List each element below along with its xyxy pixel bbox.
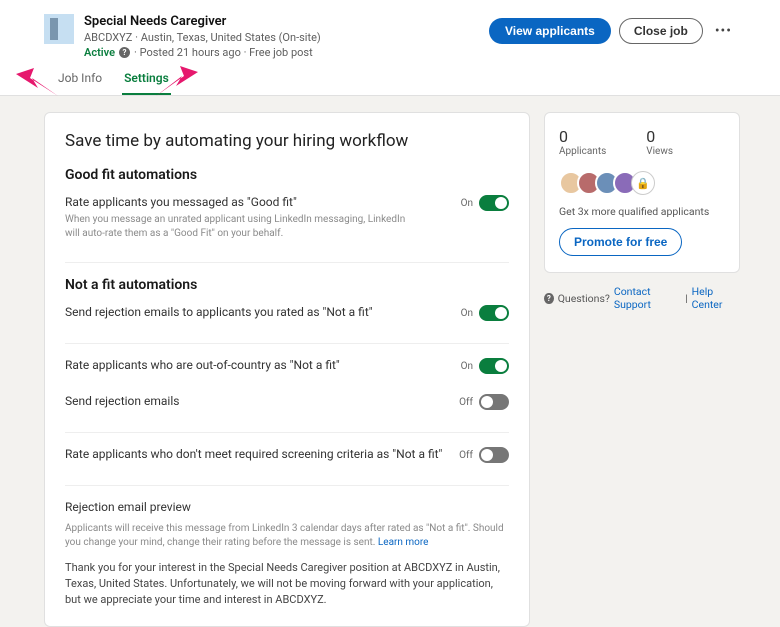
screening-label: Rate applicants who don't meet required … [65, 447, 447, 461]
annotation-arrow-icon [16, 68, 58, 96]
contact-support-link[interactable]: Contact Support [614, 285, 681, 311]
view-applicants-button[interactable]: View applicants [489, 18, 611, 44]
divider [65, 485, 509, 486]
job-posted-meta: · Posted 21 hours ago · Free job post [134, 46, 313, 59]
lock-icon: 🔒 [631, 171, 655, 195]
views-label: Views [646, 146, 673, 157]
more-icon[interactable]: ••• [711, 23, 736, 39]
promote-button[interactable]: Promote for free [559, 228, 682, 256]
applicants-label: Applicants [559, 146, 606, 157]
send-reject-toggle[interactable] [479, 394, 509, 410]
divider [65, 432, 509, 433]
questions-label: Questions? [558, 292, 610, 305]
toggle-state: On [461, 198, 473, 209]
send-reject-label: Send rejection emails [65, 394, 447, 408]
good-fit-rate-label: Rate applicants you messaged as "Good fi… [65, 195, 415, 209]
header-actions: View applicants Close job ••• [489, 18, 736, 44]
job-meta: Active ? · Posted 21 hours ago · Free jo… [84, 46, 321, 59]
ooc-label: Rate applicants who are out-of-country a… [65, 358, 449, 372]
job-header: Special Needs Caregiver ABCDXYZ · Austin… [0, 0, 780, 96]
link-sep: | [685, 292, 688, 305]
job-company-location: ABCDXYZ · Austin, Texas, United States (… [84, 31, 321, 44]
good-fit-rate-toggle[interactable] [479, 195, 509, 211]
info-icon[interactable]: ? [119, 47, 130, 58]
rejection-preview-body: Thank you for your interest in the Speci… [65, 560, 509, 608]
job-status-badge: Active [84, 46, 115, 59]
tab-job-info[interactable]: Job Info [56, 71, 104, 95]
avatar-stack: 🔒 [559, 171, 725, 195]
reject-email-label: Send rejection emails to applicants you … [65, 305, 449, 319]
toggle-state: On [461, 308, 473, 319]
learn-more-link[interactable]: Learn more [378, 537, 429, 548]
page-heading: Save time by automating your hiring work… [65, 131, 509, 151]
help-line: ? Questions? Contact Support | Help Cent… [544, 285, 740, 311]
question-icon: ? [544, 293, 554, 304]
qualified-note: Get 3x more qualified applicants [559, 205, 725, 218]
ooc-toggle[interactable] [479, 358, 509, 374]
views-count: 0 [646, 127, 673, 146]
rejection-preview-note-text: Applicants will receive this message fro… [65, 523, 504, 548]
close-job-button[interactable]: Close job [619, 18, 703, 44]
stats-card: 0 Applicants 0 Views 🔒 Get 3x more quali… [544, 112, 740, 273]
toggle-state: On [461, 361, 473, 372]
tabs: Job Info Settings [44, 71, 736, 95]
screening-toggle[interactable] [479, 447, 509, 463]
not-fit-section-title: Not a fit automations [65, 277, 509, 293]
rejection-preview-title: Rejection email preview [65, 500, 509, 514]
job-title: Special Needs Caregiver [84, 14, 321, 29]
settings-card: Save time by automating your hiring work… [44, 112, 530, 627]
good-fit-rate-desc: When you message an unrated applicant us… [65, 213, 415, 240]
divider [65, 343, 509, 344]
job-summary: Special Needs Caregiver ABCDXYZ · Austin… [44, 14, 321, 59]
toggle-state: Off [459, 397, 473, 408]
toggle-state: Off [459, 450, 473, 461]
reject-email-toggle[interactable] [479, 305, 509, 321]
divider [65, 262, 509, 263]
help-center-link[interactable]: Help Center [692, 285, 740, 311]
applicants-count: 0 [559, 127, 606, 146]
company-logo [44, 14, 74, 44]
annotation-arrow-icon [156, 66, 198, 96]
rejection-preview-note: Applicants will receive this message fro… [65, 522, 509, 550]
good-fit-section-title: Good fit automations [65, 167, 509, 183]
